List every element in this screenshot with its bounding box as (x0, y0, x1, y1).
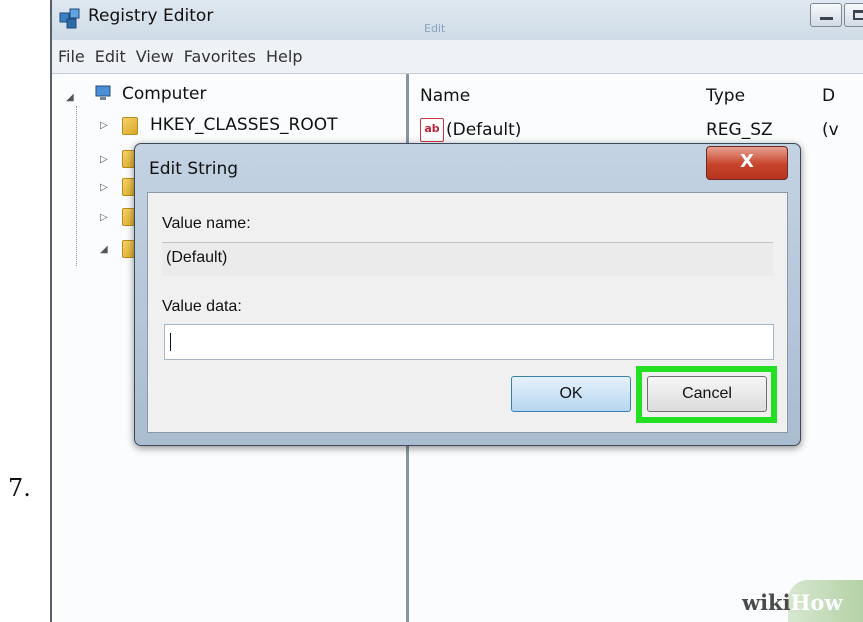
value-row-type: REG_SZ (706, 120, 773, 140)
dialog-close-button[interactable]: X (706, 146, 788, 180)
value-data-input[interactable] (164, 324, 774, 360)
collapse-arrow-icon[interactable]: ▷ (100, 120, 108, 131)
collapse-arrow-icon[interactable]: ▷ (100, 182, 108, 193)
tree-item-hkey-classes-root[interactable]: HKEY_CLASSES_ROOT (150, 113, 338, 137)
expand-arrow-icon[interactable]: ◢ (66, 92, 74, 103)
folder-icon (122, 117, 138, 135)
wikihow-watermark: wikiHow (742, 590, 843, 615)
value-data-label: Value data: (162, 298, 242, 315)
maximize-button[interactable] (844, 3, 863, 27)
collapse-arrow-icon[interactable]: ▷ (100, 154, 108, 165)
menu-favorites[interactable]: Favorites (184, 47, 256, 66)
menu-file[interactable]: File (58, 47, 85, 66)
blurred-tab-label: Edit (424, 22, 446, 35)
ok-button[interactable]: OK (511, 376, 631, 412)
dialog-body: Value name: (Default) Value data: OK Can… (147, 192, 788, 433)
tree-root-computer[interactable]: Computer (122, 82, 207, 106)
value-name-text: (Default) (166, 249, 228, 266)
cancel-button[interactable]: Cancel (647, 376, 767, 412)
edit-string-dialog: Edit String X Value name: (Default) Valu… (134, 143, 801, 446)
menu-help[interactable]: Help (266, 47, 302, 66)
step-number: 7. (8, 474, 31, 502)
column-header-name[interactable]: Name (420, 86, 470, 106)
tree-guide-line (76, 106, 77, 266)
watermark-wiki: wiki (742, 590, 791, 615)
close-icon: X (740, 151, 754, 172)
column-header-data[interactable]: D (822, 86, 835, 106)
column-header-type[interactable]: Type (706, 86, 745, 106)
value-name-label: Value name: (162, 215, 251, 232)
expand-arrow-icon[interactable]: ◢ (100, 244, 108, 255)
text-caret (170, 333, 171, 351)
string-value-icon: ab (420, 118, 444, 142)
value-row-name[interactable]: (Default) (446, 120, 521, 140)
menu-edit[interactable]: Edit (95, 47, 126, 66)
watermark-how: How (790, 590, 843, 615)
collapse-arrow-icon[interactable]: ▷ (100, 212, 108, 223)
title-bar: Registry Editor Edit (52, 0, 863, 40)
minimize-button[interactable] (810, 3, 842, 27)
value-row-data: (v (822, 120, 839, 140)
dialog-title: Edit String (149, 159, 239, 179)
registry-editor-icon (59, 8, 80, 29)
menu-bar: File Edit View Favorites Help (52, 40, 863, 74)
window-title: Registry Editor (88, 6, 214, 26)
computer-icon (95, 85, 111, 100)
menu-view[interactable]: View (136, 47, 174, 66)
value-name-field: (Default) (162, 242, 773, 276)
